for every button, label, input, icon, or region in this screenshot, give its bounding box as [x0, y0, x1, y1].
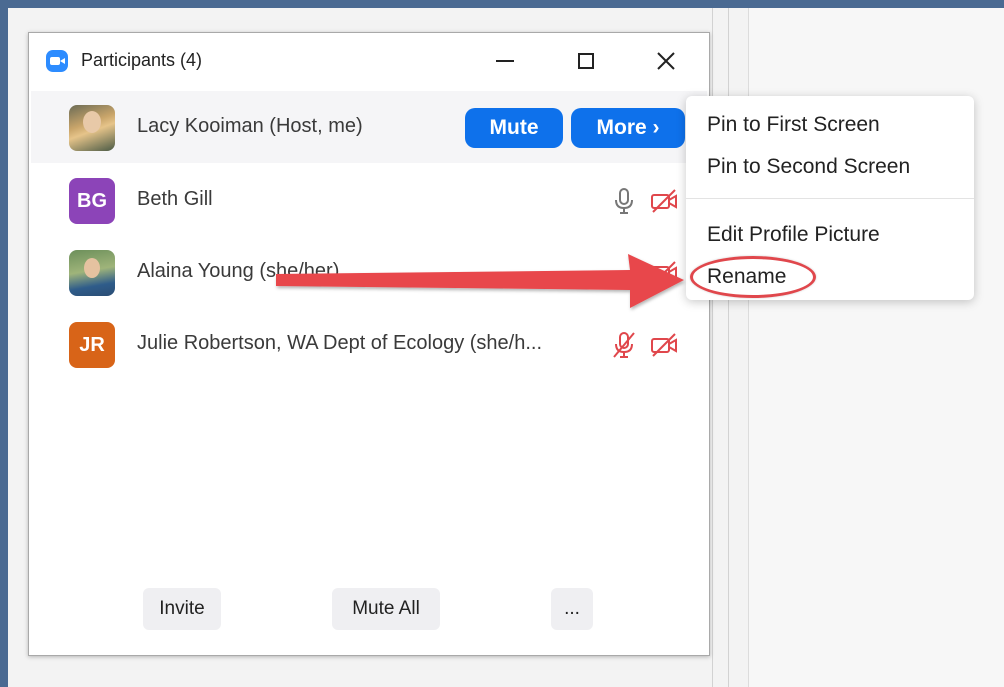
participant-row[interactable]: JR Julie Robertson, WA Dept of Ecology (…: [31, 308, 707, 380]
invite-button[interactable]: Invite: [143, 588, 221, 630]
menu-item-edit-profile-picture[interactable]: Edit Profile Picture: [707, 223, 880, 247]
microphone-icon[interactable]: [609, 186, 639, 216]
participant-name: Lacy Kooiman (Host, me): [137, 115, 363, 137]
mute-button[interactable]: Mute: [465, 108, 563, 148]
close-button[interactable]: [646, 43, 686, 79]
video-off-icon[interactable]: [649, 330, 679, 360]
participant-name: Beth Gill: [137, 188, 213, 210]
participant-row[interactable]: BG Beth Gill: [31, 164, 707, 236]
minimize-button[interactable]: [485, 43, 525, 79]
more-button[interactable]: More ›: [571, 108, 685, 148]
participant-name: Julie Robertson, WA Dept of Ecology (she…: [137, 332, 543, 354]
microphone-muted-icon[interactable]: [609, 330, 639, 360]
avatar: [69, 105, 115, 151]
participant-row[interactable]: Lacy Kooiman (Host, me) Mute More ›: [31, 91, 707, 163]
maximize-icon: [578, 53, 594, 69]
menu-item-pin-first-screen[interactable]: Pin to First Screen: [707, 113, 880, 137]
minimize-icon: [496, 60, 514, 62]
menu-item-pin-second-screen[interactable]: Pin to Second Screen: [707, 155, 910, 179]
participants-window: Participants (4) Lacy Kooiman (Host, me)…: [28, 32, 710, 656]
avatar: BG: [69, 178, 115, 224]
annotation-arrow: [276, 254, 684, 308]
mute-all-button[interactable]: Mute All: [332, 588, 440, 630]
maximize-button[interactable]: [566, 43, 606, 79]
close-icon: [657, 52, 675, 70]
more-options-button[interactable]: ...: [551, 588, 593, 630]
menu-divider: [686, 198, 974, 199]
video-off-icon[interactable]: [649, 186, 679, 216]
title-bar: Participants (4): [29, 33, 709, 89]
highlight-circle: [690, 256, 816, 298]
window-title: Participants (4): [81, 50, 203, 70]
zoom-app-icon: [46, 50, 68, 72]
avatar: [69, 250, 115, 296]
avatar: JR: [69, 322, 115, 368]
